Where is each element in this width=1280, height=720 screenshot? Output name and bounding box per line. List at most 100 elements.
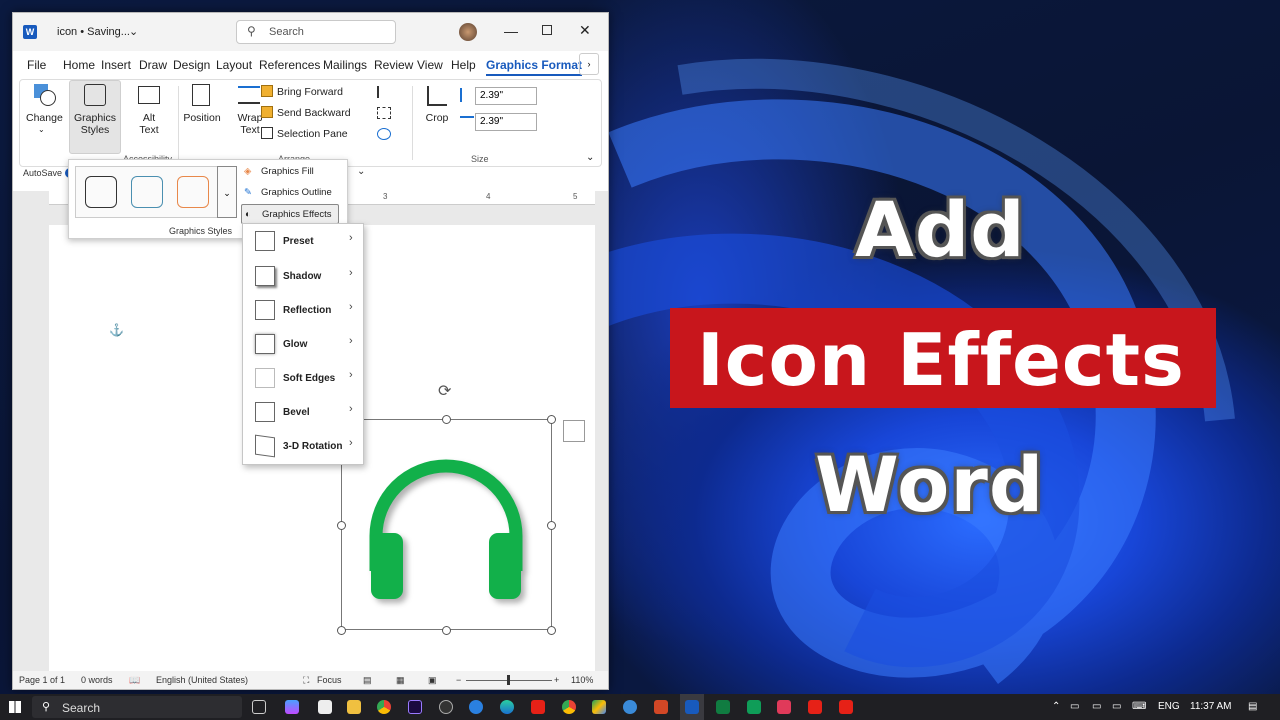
position-button[interactable]: Position: [180, 112, 224, 124]
search-box[interactable]: ⚲ Search: [236, 20, 396, 44]
taskbar-search[interactable]: ⚲ Search: [32, 696, 242, 718]
zoom-level[interactable]: 110%: [571, 675, 593, 685]
focus-button[interactable]: Focus: [317, 675, 342, 685]
menu-item-3d-rotation[interactable]: 3-D Rotation ›: [243, 429, 363, 463]
proofing-icon[interactable]: 📖: [129, 675, 140, 686]
word-count[interactable]: 0 words: [81, 675, 113, 685]
tab-layout[interactable]: Layout: [216, 58, 252, 72]
change-button[interactable]: Change: [26, 112, 63, 124]
maximize-button[interactable]: [542, 25, 552, 35]
menu-item-bevel[interactable]: Bevel ›: [243, 395, 363, 429]
read-mode-icon[interactable]: ▤: [363, 675, 372, 686]
avatar[interactable]: [459, 23, 477, 41]
start-icon[interactable]: [9, 701, 21, 713]
zoom-slider-thumb[interactable]: [507, 675, 510, 685]
excel-icon[interactable]: [716, 700, 730, 714]
drive-icon[interactable]: [592, 700, 606, 714]
tab-references[interactable]: References: [259, 58, 320, 72]
tray-icon[interactable]: ▭: [1112, 701, 1121, 712]
resize-handle[interactable]: [547, 415, 556, 424]
chrome-icon[interactable]: [562, 700, 576, 714]
menu-item-soft-edges[interactable]: Soft Edges ›: [243, 361, 363, 395]
print-layout-icon[interactable]: ▦: [396, 675, 405, 686]
tab-help[interactable]: Help: [451, 58, 476, 72]
app-icon[interactable]: [318, 700, 332, 714]
tab-graphics-format[interactable]: Graphics Format: [486, 58, 583, 76]
tray-overflow-icon[interactable]: ⌃: [1052, 701, 1060, 712]
language[interactable]: English (United States): [156, 675, 248, 685]
headphones-icon[interactable]: [351, 441, 541, 611]
graphics-outline-button[interactable]: ✎ Graphics Outline: [241, 183, 332, 203]
alt-text-button[interactable]: Alt Text: [132, 112, 166, 136]
tab-draw[interactable]: Draw: [139, 58, 167, 72]
minimize-button[interactable]: —: [504, 23, 518, 39]
close-button[interactable]: ✕: [579, 22, 591, 39]
focus-icon[interactable]: ⛶: [303, 675, 309, 686]
graphics-effects-button[interactable]: ◐ Graphics Effects: [241, 204, 339, 224]
resize-handle[interactable]: [442, 415, 451, 424]
rotate-handle[interactable]: ⟳: [438, 381, 451, 401]
clock[interactable]: 11:37 AM: [1190, 701, 1232, 712]
rotate-icon[interactable]: [377, 128, 391, 140]
layout-options-button[interactable]: [563, 420, 585, 442]
youtube-icon[interactable]: [839, 700, 853, 714]
customize-qat-icon[interactable]: ⌄: [357, 166, 365, 177]
file-explorer-icon[interactable]: [347, 700, 361, 714]
app-icon[interactable]: [623, 700, 637, 714]
style-swatch[interactable]: [177, 176, 209, 208]
resize-handle[interactable]: [337, 521, 346, 530]
menu-item-reflection[interactable]: Reflection ›: [243, 293, 363, 327]
tray-icon[interactable]: ▭: [1092, 701, 1101, 712]
notification-icon[interactable]: ▤: [1248, 701, 1257, 712]
tray-icon[interactable]: ▭: [1070, 701, 1079, 712]
tab-view[interactable]: View: [417, 58, 443, 72]
tab-insert[interactable]: Insert: [101, 58, 131, 72]
tab-home[interactable]: Home: [63, 58, 95, 72]
language-indicator[interactable]: ENG: [1158, 701, 1180, 712]
style-swatch[interactable]: [131, 176, 163, 208]
resize-handle[interactable]: [547, 626, 556, 635]
chevron-down-icon[interactable]: ⌄: [129, 25, 138, 38]
align-icon[interactable]: [377, 86, 391, 98]
edge-icon[interactable]: [500, 700, 514, 714]
keyboard-icon[interactable]: ⌨: [1132, 701, 1146, 712]
selection-pane-button[interactable]: Selection Pane: [277, 128, 348, 140]
style-swatch[interactable]: [85, 176, 117, 208]
gallery-more-button[interactable]: ⌄: [217, 166, 237, 218]
tab-design[interactable]: Design: [173, 58, 210, 72]
page-count[interactable]: Page 1 of 1: [19, 675, 65, 685]
zoom-in-button[interactable]: +: [554, 675, 559, 685]
crop-button[interactable]: Crop: [420, 112, 454, 124]
graphics-fill-button[interactable]: ◈ Graphics Fill: [241, 162, 314, 182]
sheets-icon[interactable]: [747, 700, 761, 714]
menu-item-shadow[interactable]: Shadow ›: [243, 259, 363, 293]
document-title[interactable]: icon • Saving...: [57, 26, 130, 38]
height-input[interactable]: 2.39": [475, 87, 537, 105]
tab-review[interactable]: Review: [374, 58, 413, 72]
task-view-icon[interactable]: [252, 700, 266, 714]
premiere-icon[interactable]: [408, 700, 422, 714]
resize-handle[interactable]: [547, 521, 556, 530]
width-input[interactable]: 2.39": [475, 113, 537, 131]
tab-file[interactable]: File: [27, 58, 46, 72]
chrome-icon[interactable]: [377, 700, 391, 714]
menu-item-glow[interactable]: Glow ›: [243, 327, 363, 361]
group-icon[interactable]: [377, 107, 391, 119]
resize-handle[interactable]: [442, 626, 451, 635]
tabs-scroll-button[interactable]: ›: [579, 53, 599, 75]
menu-item-preset[interactable]: Preset ›: [243, 224, 363, 258]
copilot-icon[interactable]: [285, 700, 299, 714]
app-icon[interactable]: [777, 700, 791, 714]
send-backward-button[interactable]: Send Backward: [277, 107, 351, 119]
word-icon[interactable]: [685, 700, 699, 714]
web-layout-icon[interactable]: ▣: [428, 675, 437, 686]
onedrive-icon[interactable]: [469, 700, 483, 714]
youtube-icon[interactable]: [531, 700, 545, 714]
resize-handle[interactable]: [337, 626, 346, 635]
app-icon[interactable]: [439, 700, 453, 714]
tab-mailings[interactable]: Mailings: [323, 58, 367, 72]
youtube-icon[interactable]: [808, 700, 822, 714]
powerpoint-icon[interactable]: [654, 700, 668, 714]
bring-forward-button[interactable]: Bring Forward: [277, 86, 343, 98]
zoom-out-button[interactable]: −: [456, 675, 461, 685]
